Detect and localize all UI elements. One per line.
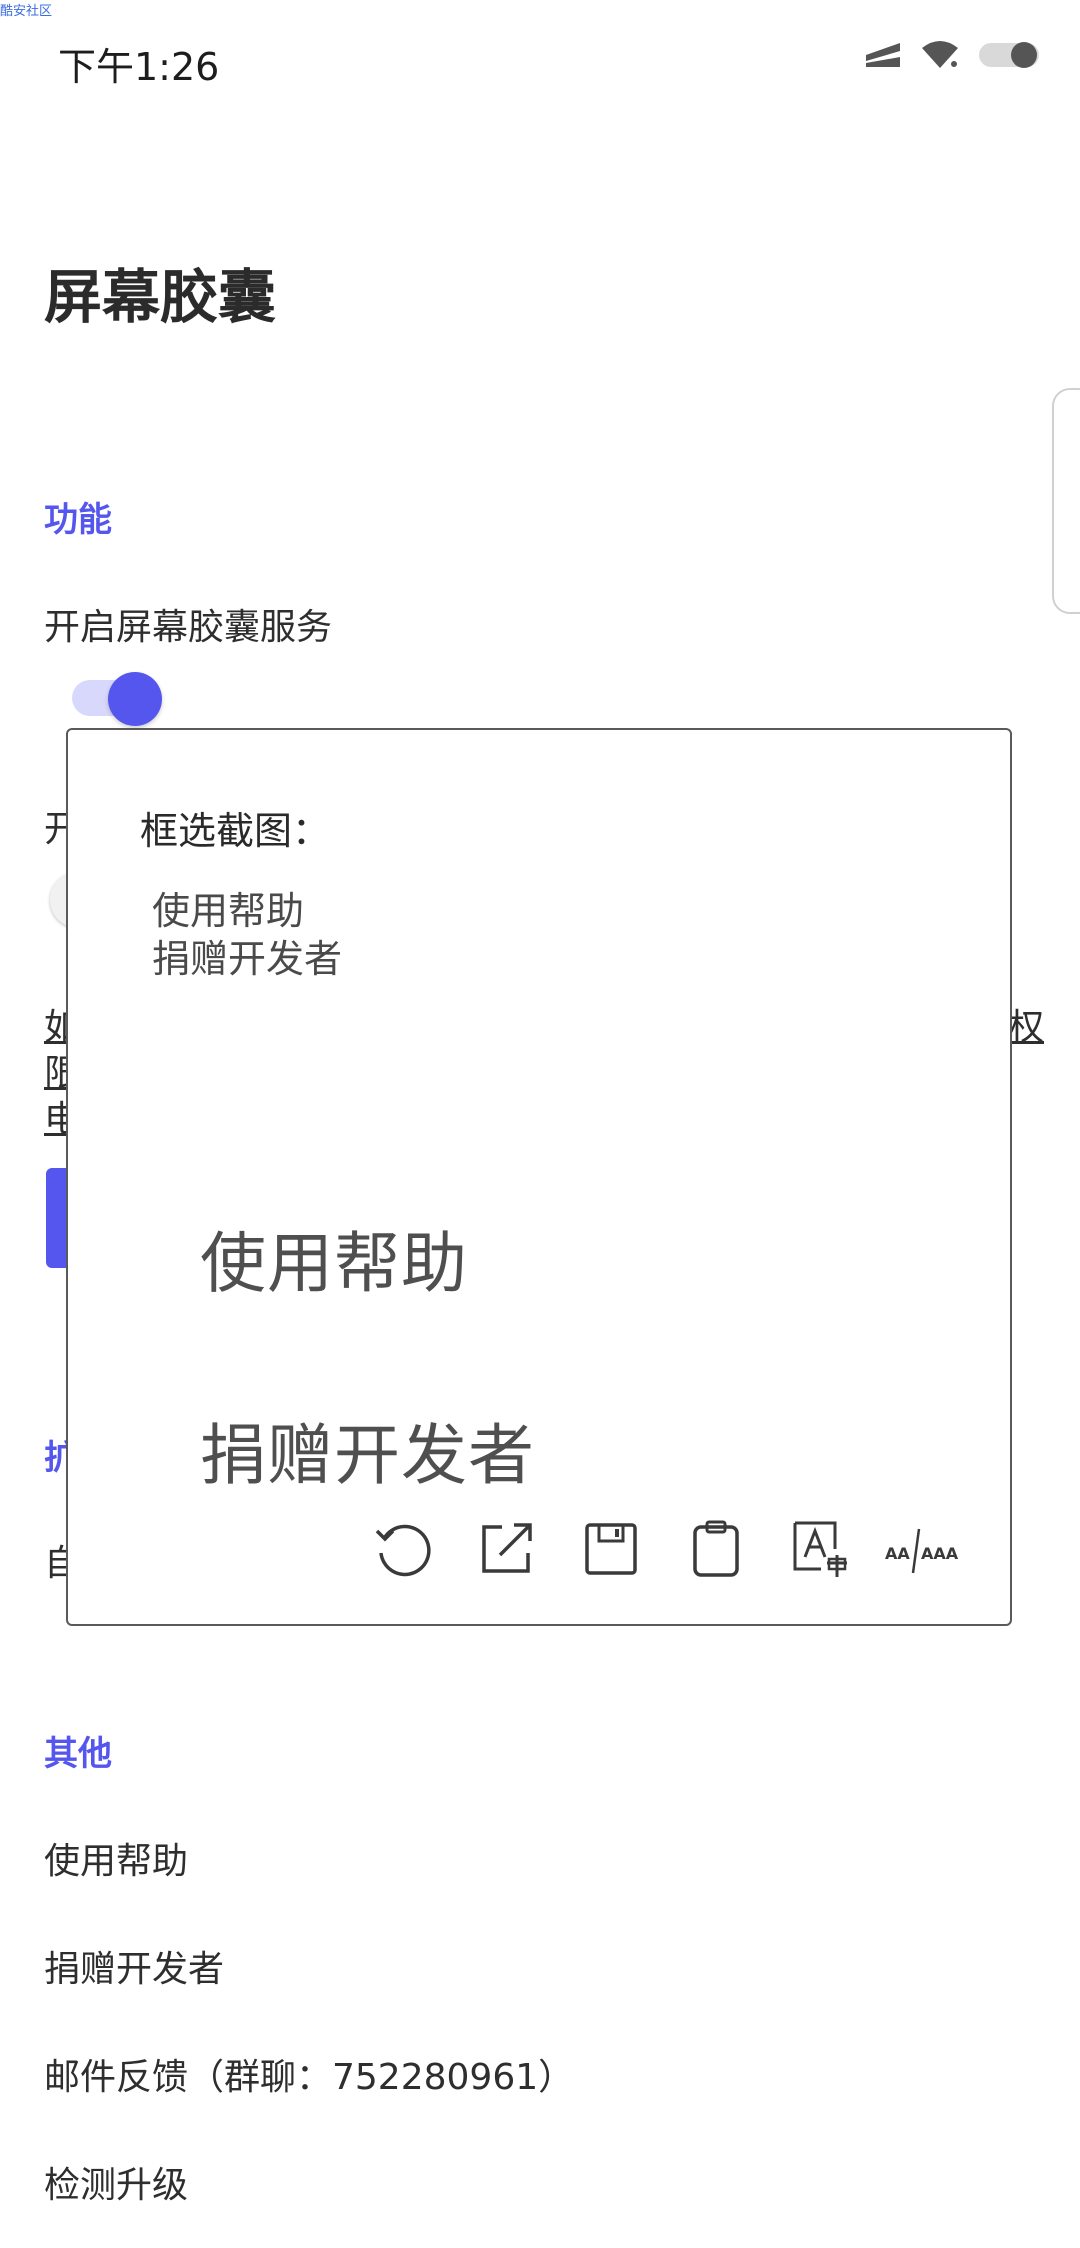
battery-toggle-icon: [978, 40, 1040, 70]
translate-icon[interactable]: [768, 1514, 873, 1584]
item-help[interactable]: 使用帮助: [44, 1832, 188, 1884]
dialog-title: 框选截图：: [140, 809, 331, 853]
item-check-update[interactable]: 检测升级: [44, 2156, 188, 2208]
save-icon[interactable]: [558, 1514, 663, 1584]
preview-line: 捐赠开发者: [200, 1417, 535, 1494]
svg-text:AA: AA: [885, 1544, 910, 1563]
status-time: 下午1:26: [58, 45, 220, 89]
signal-icon: [864, 41, 902, 69]
item-email-feedback[interactable]: 邮件反馈（群聊：752280961）: [44, 2048, 574, 2100]
preview-line: 使用帮助: [200, 1225, 468, 1302]
page-title: 屏幕胶囊: [44, 263, 277, 331]
enable-service-switch[interactable]: [72, 672, 164, 726]
status-icons: [864, 40, 1040, 70]
switch-thumb: [108, 672, 162, 726]
capture-dialog: 框选截图： 使用帮助 捐赠开发者 使用帮助 捐赠开发者 AA AAA: [66, 728, 1012, 1626]
ocr-line[interactable]: 使用帮助: [152, 880, 304, 935]
section-features: 功能: [44, 500, 112, 540]
clipboard-icon[interactable]: [663, 1514, 768, 1584]
share-icon[interactable]: [453, 1514, 558, 1584]
pref-enable-service[interactable]: 开启屏幕胶囊服务: [44, 598, 332, 650]
wifi-icon: [920, 40, 960, 70]
section-others: 其他: [44, 1734, 112, 1774]
watermark: 酷安社区: [0, 4, 53, 19]
edge-capsule-handle[interactable]: [1052, 388, 1080, 614]
font-size-icon[interactable]: AA AAA: [873, 1514, 983, 1584]
refresh-icon[interactable]: [348, 1514, 453, 1584]
dialog-toolbar: AA AAA: [348, 1514, 983, 1584]
link-line1-right[interactable]: 权: [1008, 998, 1044, 1050]
ocr-line[interactable]: 捐赠开发者: [152, 928, 342, 983]
svg-text:AAA: AAA: [921, 1544, 959, 1563]
item-donate[interactable]: 捐赠开发者: [44, 1940, 224, 1992]
